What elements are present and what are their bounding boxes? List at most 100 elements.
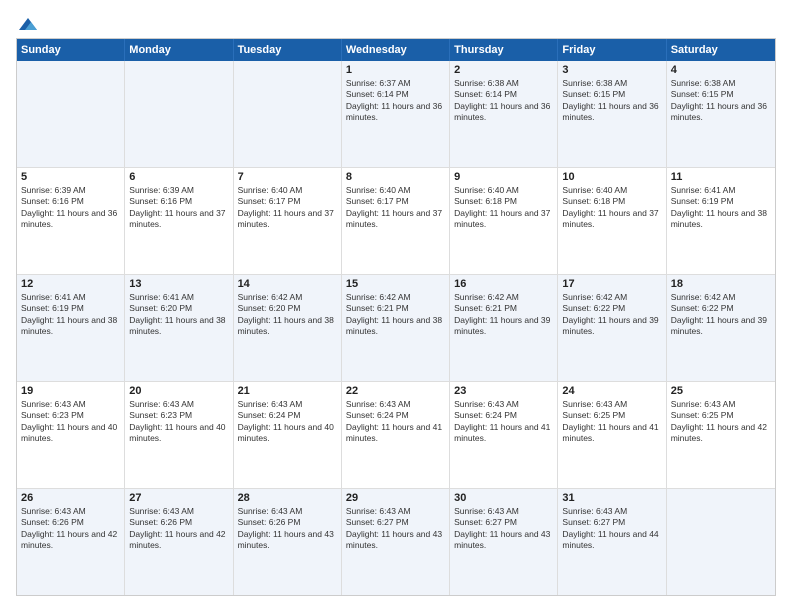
cal-cell-0-1 [125,61,233,167]
day-info: Sunrise: 6:43 AMSunset: 6:24 PMDaylight:… [454,399,553,445]
calendar-row-2: 12 Sunrise: 6:41 AMSunset: 6:19 PMDayligh… [17,275,775,382]
day-number: 10 [562,171,661,183]
day-number: 22 [346,385,445,397]
cal-cell-2-5: 17 Sunrise: 6:42 AMSunset: 6:22 PMDayligh… [558,275,666,381]
day-number: 6 [129,171,228,183]
day-number: 1 [346,64,445,76]
cal-cell-4-3: 29Sunrise: 6:43 AMSunset: 6:27 PMDayligh… [342,489,450,595]
day-number: 23 [454,385,553,397]
cal-cell-3-3: 22 Sunrise: 6:43 AMSunset: 6:24 PMDayligh… [342,382,450,488]
day-number: 21 [238,385,337,397]
cal-cell-4-2: 28 Sunrise: 6:43 AMSunset: 6:26 PMDayligh… [234,489,342,595]
day-info: Sunrise: 6:37 AMSunset: 6:14 PMDaylight:… [346,78,445,124]
day-number: 14 [238,278,337,290]
day-number: 5 [21,171,120,183]
day-number: 28 [238,492,337,504]
day-info: Sunrise: 6:43 AMSunset: 6:26 PMDaylight:… [238,506,337,552]
day-number: 18 [671,278,771,290]
day-number: 30 [454,492,553,504]
day-info: Sunrise: 6:43 AMSunset: 6:27 PMDaylight:… [346,506,445,552]
day-info: Sunrise: 6:39 AMSunset: 6:16 PMDaylight:… [21,185,120,231]
cal-cell-1-1: 6 Sunrise: 6:39 AMSunset: 6:16 PMDaylight… [125,168,233,274]
cal-cell-4-0: 26 Sunrise: 6:43 AMSunset: 6:26 PMDayligh… [17,489,125,595]
cal-cell-3-5: 24Sunrise: 6:43 AMSunset: 6:25 PMDayligh… [558,382,666,488]
day-info: Sunrise: 6:40 AMSunset: 6:18 PMDaylight:… [454,185,553,231]
day-info: Sunrise: 6:43 AMSunset: 6:23 PMDaylight:… [129,399,228,445]
cal-cell-0-5: 3 Sunrise: 6:38 AMSunset: 6:15 PMDaylight… [558,61,666,167]
day-info: Sunrise: 6:41 AMSunset: 6:20 PMDaylight:… [129,292,228,338]
cal-cell-1-2: 7 Sunrise: 6:40 AMSunset: 6:17 PMDaylight… [234,168,342,274]
cal-cell-3-6: 25 Sunrise: 6:43 AMSunset: 6:25 PMDayligh… [667,382,775,488]
day-info: Sunrise: 6:43 AMSunset: 6:25 PMDaylight:… [671,399,771,445]
day-number: 3 [562,64,661,76]
calendar-header: SundayMondayTuesdayWednesdayThursdayFrid… [17,39,775,61]
weekday-header-saturday: Saturday [667,39,775,61]
cal-cell-2-1: 13Sunrise: 6:41 AMSunset: 6:20 PMDayligh… [125,275,233,381]
day-info: Sunrise: 6:42 AMSunset: 6:20 PMDaylight:… [238,292,337,338]
cal-cell-3-4: 23 Sunrise: 6:43 AMSunset: 6:24 PMDayligh… [450,382,558,488]
day-number: 16 [454,278,553,290]
cal-cell-3-2: 21Sunrise: 6:43 AMSunset: 6:24 PMDayligh… [234,382,342,488]
day-info: Sunrise: 6:38 AMSunset: 6:15 PMDaylight:… [671,78,771,124]
cal-cell-1-0: 5 Sunrise: 6:39 AMSunset: 6:16 PMDaylight… [17,168,125,274]
cal-cell-0-0 [17,61,125,167]
day-number: 15 [346,278,445,290]
day-info: Sunrise: 6:40 AMSunset: 6:17 PMDaylight:… [346,185,445,231]
day-number: 27 [129,492,228,504]
day-info: Sunrise: 6:40 AMSunset: 6:18 PMDaylight:… [562,185,661,231]
cal-cell-0-6: 4 Sunrise: 6:38 AMSunset: 6:15 PMDaylight… [667,61,775,167]
cal-cell-1-6: 11 Sunrise: 6:41 AMSunset: 6:19 PMDayligh… [667,168,775,274]
cal-cell-2-4: 16 Sunrise: 6:42 AMSunset: 6:21 PMDayligh… [450,275,558,381]
weekday-header-sunday: Sunday [17,39,125,61]
calendar-row-4: 26 Sunrise: 6:43 AMSunset: 6:26 PMDayligh… [17,489,775,595]
cal-cell-4-6 [667,489,775,595]
day-number: 25 [671,385,771,397]
day-info: Sunrise: 6:42 AMSunset: 6:22 PMDaylight:… [671,292,771,338]
weekday-header-thursday: Thursday [450,39,558,61]
cal-cell-4-1: 27 Sunrise: 6:43 AMSunset: 6:26 PMDayligh… [125,489,233,595]
cal-cell-1-5: 10 Sunrise: 6:40 AMSunset: 6:18 PMDayligh… [558,168,666,274]
cal-cell-3-0: 19 Sunrise: 6:43 AMSunset: 6:23 PMDayligh… [17,382,125,488]
calendar-row-1: 5 Sunrise: 6:39 AMSunset: 6:16 PMDaylight… [17,168,775,275]
page: SundayMondayTuesdayWednesdayThursdayFrid… [0,0,792,612]
day-info: Sunrise: 6:43 AMSunset: 6:24 PMDaylight:… [346,399,445,445]
calendar-row-0: 1 Sunrise: 6:37 AMSunset: 6:14 PMDaylight… [17,61,775,168]
day-info: Sunrise: 6:38 AMSunset: 6:15 PMDaylight:… [562,78,661,124]
day-number: 8 [346,171,445,183]
day-number: 4 [671,64,771,76]
day-number: 26 [21,492,120,504]
day-info: Sunrise: 6:40 AMSunset: 6:17 PMDaylight:… [238,185,337,231]
calendar: SundayMondayTuesdayWednesdayThursdayFrid… [16,38,776,596]
cal-cell-2-2: 14 Sunrise: 6:42 AMSunset: 6:20 PMDayligh… [234,275,342,381]
weekday-header-friday: Friday [558,39,666,61]
day-number: 20 [129,385,228,397]
cal-cell-1-4: 9 Sunrise: 6:40 AMSunset: 6:18 PMDaylight… [450,168,558,274]
calendar-body: 1 Sunrise: 6:37 AMSunset: 6:14 PMDaylight… [17,61,775,595]
cal-cell-3-1: 20 Sunrise: 6:43 AMSunset: 6:23 PMDayligh… [125,382,233,488]
day-number: 19 [21,385,120,397]
cal-cell-2-6: 18 Sunrise: 6:42 AMSunset: 6:22 PMDayligh… [667,275,775,381]
day-number: 17 [562,278,661,290]
day-info: Sunrise: 6:39 AMSunset: 6:16 PMDaylight:… [129,185,228,231]
day-number: 7 [238,171,337,183]
day-info: Sunrise: 6:41 AMSunset: 6:19 PMDaylight:… [21,292,120,338]
cal-cell-4-4: 30 Sunrise: 6:43 AMSunset: 6:27 PMDayligh… [450,489,558,595]
day-info: Sunrise: 6:43 AMSunset: 6:26 PMDaylight:… [21,506,120,552]
day-info: Sunrise: 6:42 AMSunset: 6:22 PMDaylight:… [562,292,661,338]
day-info: Sunrise: 6:43 AMSunset: 6:23 PMDaylight:… [21,399,120,445]
cal-cell-0-3: 1 Sunrise: 6:37 AMSunset: 6:14 PMDaylight… [342,61,450,167]
day-info: Sunrise: 6:43 AMSunset: 6:25 PMDaylight:… [562,399,661,445]
logo [16,16,39,28]
day-number: 31 [562,492,661,504]
day-info: Sunrise: 6:42 AMSunset: 6:21 PMDaylight:… [454,292,553,338]
weekday-header-tuesday: Tuesday [234,39,342,61]
day-number: 12 [21,278,120,290]
day-info: Sunrise: 6:43 AMSunset: 6:27 PMDaylight:… [454,506,553,552]
day-number: 11 [671,171,771,183]
weekday-header-monday: Monday [125,39,233,61]
day-info: Sunrise: 6:42 AMSunset: 6:21 PMDaylight:… [346,292,445,338]
header [16,16,776,28]
day-info: Sunrise: 6:43 AMSunset: 6:26 PMDaylight:… [129,506,228,552]
day-number: 9 [454,171,553,183]
day-info: Sunrise: 6:41 AMSunset: 6:19 PMDaylight:… [671,185,771,231]
